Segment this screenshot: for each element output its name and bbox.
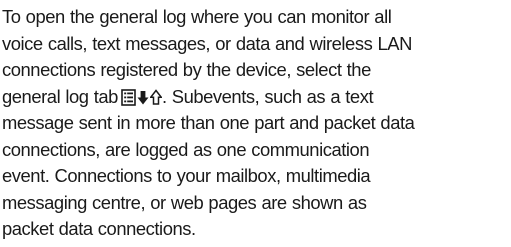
general-log-tab-icons	[121, 88, 162, 106]
text-segment: . Subevents, such as a text	[161, 85, 374, 107]
text-line: To open the general log where you can mo…	[2, 6, 392, 27]
down-arrow-icon	[137, 90, 149, 104]
text-line: message sent in more than one part and p…	[2, 112, 415, 133]
text-line: messaging centre, or web pages are shown…	[2, 191, 367, 213]
text-line-with-icons: general log tab . Subevents, such as a t…	[2, 84, 508, 111]
text-line: event. Connections to your mailbox, mult…	[2, 165, 371, 186]
general-log-list-icon	[121, 88, 136, 106]
up-arrow-icon	[149, 88, 162, 105]
text-line: connections, are logged as one communica…	[2, 138, 370, 160]
instruction-paragraph: To open the general log where you can mo…	[2, 4, 508, 243]
text-segment: general log tab	[2, 85, 118, 107]
text-line: voice calls, text messages, or data and …	[2, 32, 412, 54]
text-line: connections registered by the device, se…	[2, 59, 371, 80]
text-line: packet data connections.	[2, 218, 196, 239]
